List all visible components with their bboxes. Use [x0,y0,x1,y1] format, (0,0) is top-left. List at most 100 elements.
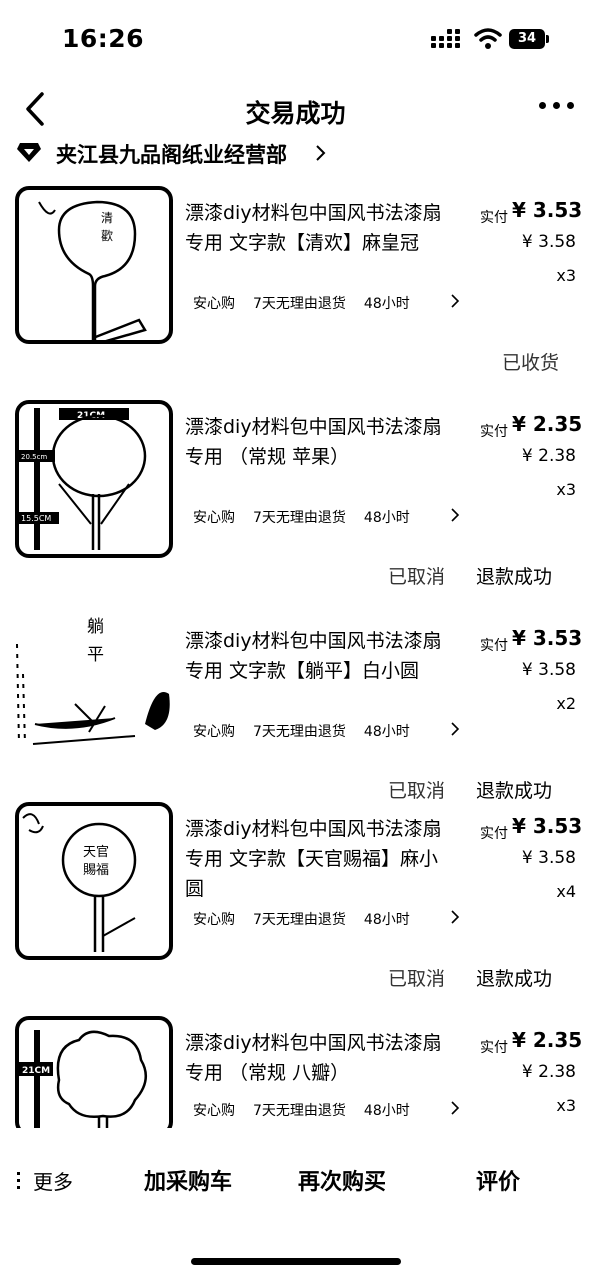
service-tag: 安心购 [193,1103,235,1119]
service-tag: 安心购 [193,510,235,526]
shop-name: 夹江县九品阁纸业经营部 [56,143,287,167]
fan-image: 清 歡 [38,200,147,340]
paid-price: ¥ 2.35 [512,412,583,436]
status-badge: 已取消 [388,968,446,990]
shop-row[interactable]: 夹江县九品阁纸业经营部 [16,138,416,168]
page-title: 交易成功 [245,99,346,128]
order-item[interactable]: 21CM 漂漆diy材料包中国风书法漆扇专用 （常规 八瓣） 实付 ¥ 2.35… [0,1016,591,1128]
chevron-right-icon[interactable] [450,909,460,925]
chevron-right-icon[interactable] [450,1100,460,1116]
service-tag: 48小时 [363,510,410,526]
svg-text:天官: 天官 [83,844,109,860]
paid-price: ¥ 2.35 [512,1028,583,1052]
status-badge: 已取消 [388,780,446,802]
fan-image: 躺 平 [16,617,170,745]
shop-diamond-icon [17,143,41,162]
chevron-right-icon [316,145,326,161]
original-price: ¥ 2.38 [521,446,576,466]
product-title[interactable]: 漂漆diy材料包中国风书法漆扇专用 文字款【天官赐福】麻小圆 [185,814,450,904]
refund-status[interactable]: 退款成功 [476,776,552,803]
service-tag: 48小时 [363,296,410,312]
order-item[interactable]: 天官 賜福 漂漆diy材料包中国风书法漆扇专用 文字款【天官赐福】麻小圆 实付 … [0,802,591,1002]
status-bar: 16:26 34 [0,0,591,80]
paid-label: 实付 [480,210,508,226]
paid-price: ¥ 3.53 [512,626,583,650]
service-tag: 7天无理由退货 [253,724,346,740]
status-time: 16:26 [62,24,145,53]
svg-text:賜福: 賜福 [83,863,109,878]
service-tag: 7天无理由退货 [253,296,346,312]
more-dots-icon[interactable] [17,1172,21,1190]
status-badge: 已收货 [502,352,560,374]
original-price: ¥ 3.58 [521,232,576,252]
original-price: ¥ 2.38 [521,1062,576,1082]
refund-status[interactable]: 退款成功 [476,562,552,589]
product-thumbnail[interactable]: 21CM 20.5cm 15.5CM [15,400,173,558]
quantity: x3 [556,480,576,499]
order-item[interactable]: 21CM 20.5cm 15.5CM 漂漆diy材料包中国风书法漆扇专用 （常规… [0,400,591,600]
service-tag: 7天无理由退货 [253,510,346,526]
paid-label: 实付 [480,826,508,842]
home-indicator[interactable] [191,1258,401,1265]
service-tag: 48小时 [363,912,410,928]
paid-price: ¥ 3.53 [512,814,583,838]
product-title[interactable]: 漂漆diy材料包中国风书法漆扇专用 文字款【清欢】麻皇冠 [185,198,450,258]
service-tags: 安心购 7天无理由退货 48小时 [193,909,453,929]
wifi-icon [474,28,502,49]
product-thumbnail[interactable]: 清 歡 [15,186,173,344]
add-to-cart-button[interactable]: 加采购车 [144,1164,232,1196]
original-price: ¥ 3.58 [521,848,576,868]
nav-bar: 交易成功 [0,80,591,136]
fan-image: 21CM [19,1030,148,1128]
order-item[interactable]: 清 歡 漂漆diy材料包中国风书法漆扇专用 文字款【清欢】麻皇冠 实付 ¥ 3.… [0,186,591,386]
product-title[interactable]: 漂漆diy材料包中国风书法漆扇专用 文字款【躺平】白小圆 [185,626,450,686]
quantity: x4 [556,882,576,901]
paid-price: ¥ 3.53 [512,198,583,222]
fan-image: 天官 賜福 [22,813,137,952]
service-tags: 安心购 7天无理由退货 48小时 [193,293,453,313]
product-title[interactable]: 漂漆diy材料包中国风书法漆扇专用 （常规 苹果） [185,412,450,472]
service-tag: 7天无理由退货 [253,912,346,928]
battery-icon: 34 [509,29,549,49]
svg-text:平: 平 [87,645,104,665]
original-price: ¥ 3.58 [521,660,576,680]
review-button[interactable]: 评价 [476,1164,520,1196]
size-label: 20.5cm [21,453,47,461]
size-label: 15.5CM [21,514,51,523]
service-tag: 安心购 [193,724,235,740]
paid-label: 实付 [480,1040,508,1056]
bottom-action-bar: 更多 加采购车 再次购买 评价 [0,1148,591,1208]
quantity: x3 [556,1096,576,1115]
service-tags: 安心购 7天无理由退货 48小时 [193,1100,453,1120]
signal-icon [431,29,463,50]
service-tag: 安心购 [193,912,235,928]
more-button[interactable]: 更多 [33,1166,73,1195]
status-badge: 已取消 [388,566,446,588]
paid-label: 实付 [480,638,508,654]
svg-text:清: 清 [101,211,113,225]
refund-status[interactable]: 退款成功 [476,964,552,991]
quantity: x3 [556,266,576,285]
product-thumbnail[interactable]: 天官 賜福 [15,802,173,960]
product-title[interactable]: 漂漆diy材料包中国风书法漆扇专用 （常规 八瓣） [185,1028,450,1088]
more-icon[interactable] [535,102,575,112]
chevron-right-icon[interactable] [450,293,460,309]
product-thumbnail[interactable]: 21CM [15,1016,173,1128]
service-tag: 48小时 [363,724,410,740]
service-tag: 安心购 [193,296,235,312]
service-tags: 安心购 7天无理由退货 48小时 [193,721,453,741]
fan-image: 21CM 20.5cm 15.5CM [19,408,147,550]
buy-again-button[interactable]: 再次购买 [298,1164,386,1196]
quantity: x2 [556,694,576,713]
service-tag: 7天无理由退货 [253,1103,346,1119]
chevron-right-icon[interactable] [450,721,460,737]
svg-text:歡: 歡 [101,228,113,243]
service-tag: 48小时 [363,1103,410,1119]
svg-text:躺: 躺 [87,617,104,637]
order-item[interactable]: 躺 平 漂漆diy材料包中国风书法漆扇专用 文字款【躺平】白小圆 实付 ¥ 3.… [0,614,591,814]
service-tags: 安心购 7天无理由退货 48小时 [193,507,453,527]
paid-label: 实付 [480,424,508,440]
size-label: 21CM [22,1066,50,1076]
product-thumbnail[interactable]: 躺 平 [15,614,173,772]
chevron-right-icon[interactable] [450,507,460,523]
